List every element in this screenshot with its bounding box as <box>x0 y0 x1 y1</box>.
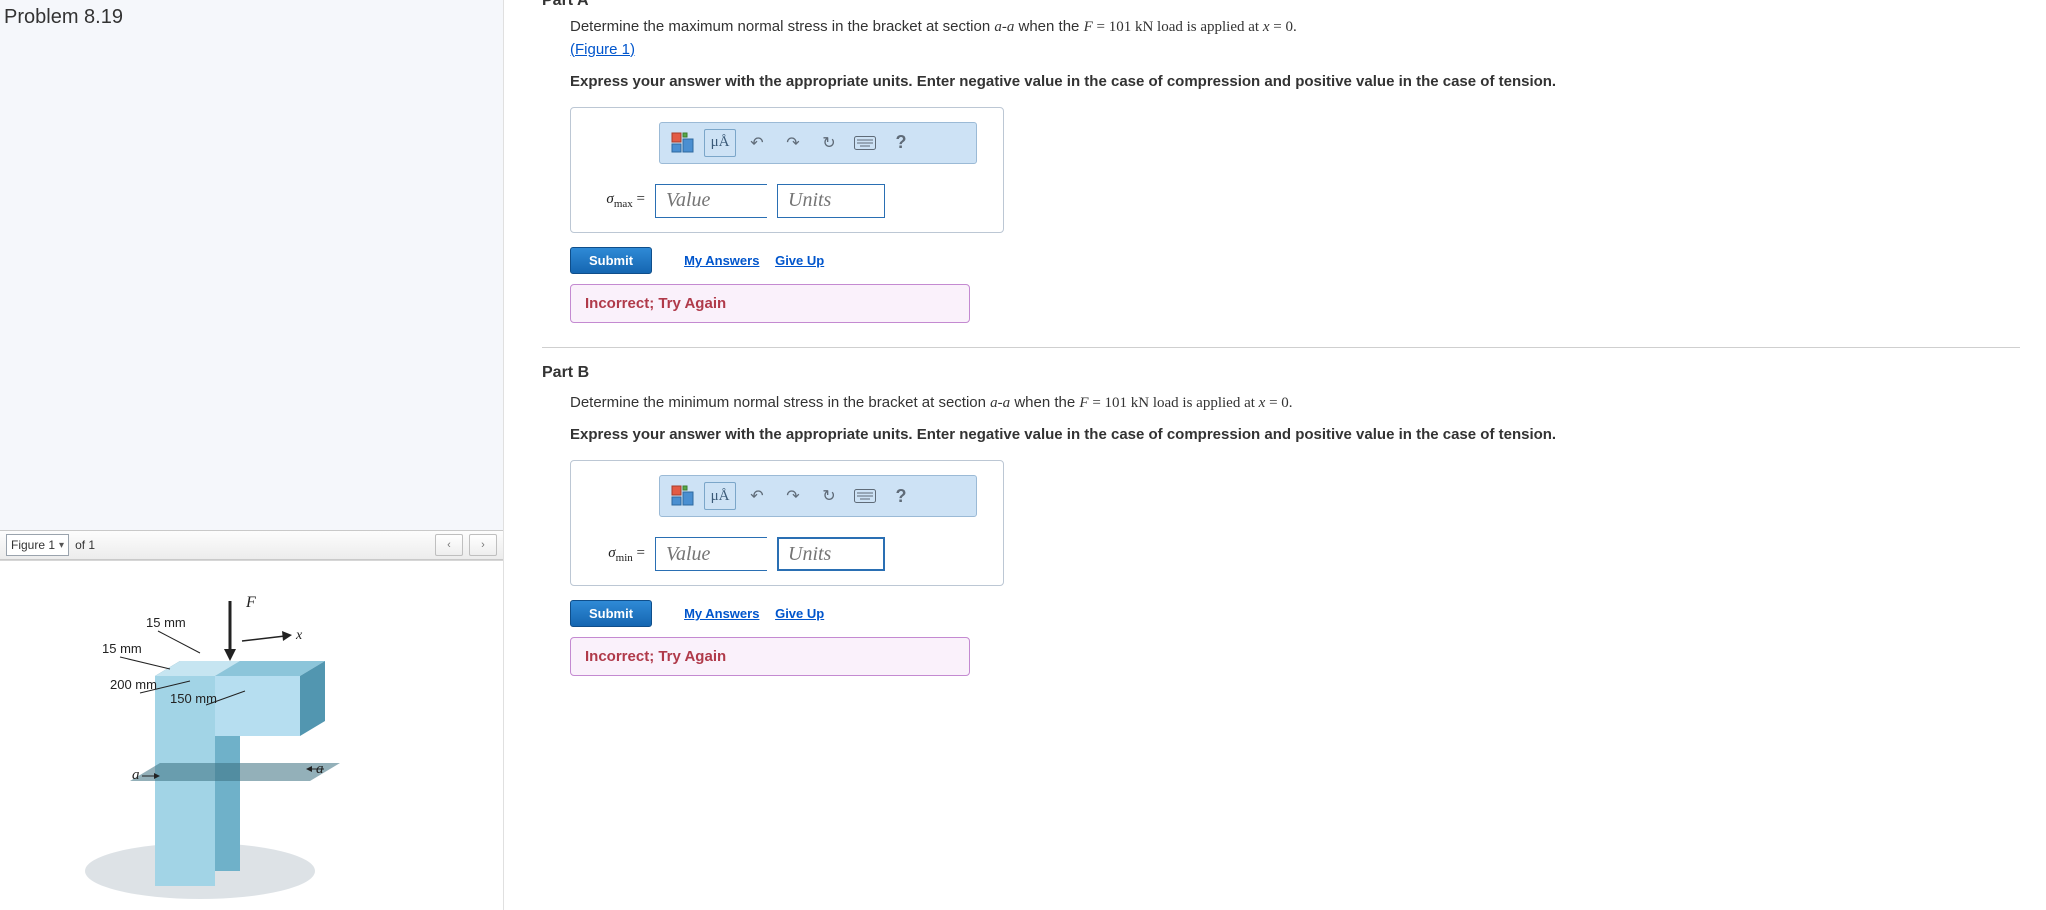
part-a-units-input[interactable] <box>777 184 885 218</box>
part-a-give-up-link[interactable]: Give Up <box>775 253 824 268</box>
keyboard-button[interactable] <box>850 483 880 509</box>
part-a-feedback: Incorrect; Try Again <box>570 284 970 323</box>
help-icon: ? <box>896 486 907 507</box>
reset-button[interactable]: ↻ <box>814 130 844 156</box>
part-a-answer-box: μÅ ↶ ↷ ↻ ? σmax = <box>570 107 1004 233</box>
diagram-force-label: F <box>245 594 256 611</box>
part-a-prompt: Determine the maximum normal stress in t… <box>570 16 2020 61</box>
part-b-answer-box: μÅ ↶ ↷ ↻ ? σmin = <box>570 460 1004 586</box>
figure-diagram: F x 15 mm 15 mm 200 mm 150 mm a a <box>10 581 390 901</box>
divider <box>542 347 2020 348</box>
part-b-submit-button[interactable]: Submit <box>570 600 652 627</box>
redo-button[interactable]: ↷ <box>778 483 808 509</box>
part-b-header: Part B <box>542 364 2020 382</box>
part-b-value-input[interactable] <box>655 537 767 571</box>
help-button[interactable]: ? <box>886 483 916 509</box>
dim-15-side: 15 mm <box>102 641 142 656</box>
part-a-header: Part A <box>542 0 2020 10</box>
part-b-feedback: Incorrect; Try Again <box>570 637 970 676</box>
templates-icon <box>671 485 695 507</box>
problem-title: Problem 8.19 <box>0 0 503 29</box>
figure-link[interactable]: (Figure 1) <box>570 41 635 58</box>
part-a-submit-button[interactable]: Submit <box>570 247 652 274</box>
keyboard-button[interactable] <box>850 130 880 156</box>
undo-icon: ↶ <box>750 133 763 153</box>
figure-toolbar: Figure 1 ▾ of 1 ‹ › <box>0 530 503 560</box>
keyboard-icon <box>854 489 876 503</box>
part-a-answer-block: μÅ ↶ ↷ ↻ ? σmax = Submit <box>570 107 1004 323</box>
undo-button[interactable]: ↶ <box>742 130 772 156</box>
special-chars-button[interactable]: μÅ <box>704 129 736 157</box>
part-a-instruction: Express your answer with the appropriate… <box>570 71 2020 93</box>
redo-icon: ↷ <box>786 486 799 506</box>
part-a-my-answers-link[interactable]: My Answers <box>684 253 759 268</box>
keyboard-icon <box>854 136 876 150</box>
diagram-x-label: x <box>295 628 303 643</box>
mu-angstrom-icon: μÅ <box>711 488 730 505</box>
section-a-left: a <box>132 767 140 783</box>
part-b-answer-block: μÅ ↶ ↷ ↻ ? σmin = Submit <box>570 460 1004 676</box>
figure-area: F x 15 mm 15 mm 200 mm 150 mm a a <box>0 560 503 910</box>
part-b-prompt: Determine the minimum normal stress in t… <box>570 392 2020 415</box>
sigma-max-label: σmax = <box>589 191 645 210</box>
part-b-my-answers-link[interactable]: My Answers <box>684 606 759 621</box>
chevron-down-icon: ▾ <box>59 540 64 551</box>
undo-button[interactable]: ↶ <box>742 483 772 509</box>
left-panel: Problem 8.19 Figure 1 ▾ of 1 ‹ › <box>0 0 504 910</box>
part-b-give-up-link[interactable]: Give Up <box>775 606 824 621</box>
redo-button[interactable]: ↷ <box>778 130 808 156</box>
figure-prev-button[interactable]: ‹ <box>435 534 463 556</box>
reset-icon: ↻ <box>822 486 835 506</box>
part-b-toolbar: μÅ ↶ ↷ ↻ ? <box>659 475 977 517</box>
figure-count: of 1 <box>75 538 95 552</box>
mu-angstrom-icon: μÅ <box>711 134 730 151</box>
app-root: Problem 8.19 Figure 1 ▾ of 1 ‹ › <box>0 0 2046 910</box>
right-panel: Part A Determine the maximum normal stre… <box>504 0 2046 910</box>
part-b-instruction: Express your answer with the appropriate… <box>570 424 2020 446</box>
part-a-value-input[interactable] <box>655 184 767 218</box>
templates-button[interactable] <box>668 130 698 156</box>
figure-next-button[interactable]: › <box>469 534 497 556</box>
templates-icon <box>671 132 695 154</box>
figure-selector[interactable]: Figure 1 ▾ <box>6 534 69 556</box>
part-a-toolbar: μÅ ↶ ↷ ↻ ? <box>659 122 977 164</box>
figure-selector-label: Figure 1 <box>11 538 55 552</box>
dim-15-top: 15 mm <box>146 615 186 630</box>
help-button[interactable]: ? <box>886 130 916 156</box>
reset-button[interactable]: ↻ <box>814 483 844 509</box>
help-icon: ? <box>896 132 907 153</box>
redo-icon: ↷ <box>786 133 799 153</box>
part-b-units-input[interactable] <box>777 537 885 571</box>
templates-button[interactable] <box>668 483 698 509</box>
dim-200: 200 mm <box>110 677 157 692</box>
reset-icon: ↻ <box>822 133 835 153</box>
undo-icon: ↶ <box>750 486 763 506</box>
special-chars-button[interactable]: μÅ <box>704 482 736 510</box>
sigma-min-label: σmin = <box>589 545 645 564</box>
